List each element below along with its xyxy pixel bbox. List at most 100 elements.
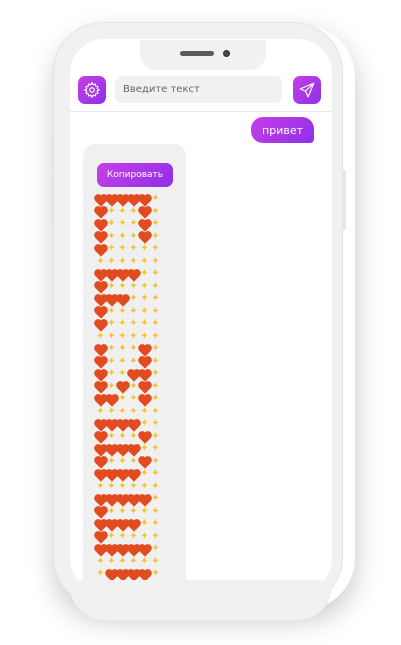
sparkle-icon: ✦ [118,243,127,255]
sparkle-icon: ✦ [129,405,138,417]
emoji-row: ✦ ✦ ✦ ✦ ✦ ✦ [95,481,173,494]
emoji-row: ✦ ✦ ✦ ✦ ✦ [94,281,173,294]
emoji-row: ✦ [94,543,173,557]
sparkle-emoji: ✦ [139,281,150,294]
heart-emoji [94,243,107,257]
side-button [342,170,346,230]
heart-emoji [116,293,129,307]
sparkle-icon: ✦ [118,555,127,567]
sparkle-emoji: ✦ [117,343,128,356]
sparkle-icon: ✦ [107,380,116,392]
sparkle-icon: ✦ [107,530,116,542]
sparkle-icon: ✦ [140,468,149,480]
sparkle-emoji: ✦ [128,481,139,494]
sparkle-icon: ✦ [107,368,116,380]
sparkle-icon: ✦ [151,205,160,217]
emoji-row: ✦ ✦ ✦ ✦ [94,355,173,369]
sparkle-icon: ✦ [118,318,127,330]
emoji-row: ✦ ✦ ✦ ✦ ✦ [94,318,173,332]
sparkle-icon: ✦ [151,243,160,255]
sparkle-icon: ✦ [129,530,138,542]
sparkle-emoji: ✦ [139,318,150,331]
sparkle-icon: ✦ [107,230,116,242]
sparkle-icon: ✦ [118,393,127,405]
sparkle-icon: ✦ [118,205,127,217]
emoji-row: ✦ ✦ ✦ ✦ ✦ [94,530,173,544]
heart-emoji [138,381,151,394]
sparkle-emoji: ✦ [95,256,106,269]
emoji-row: ✦ ✦ [94,518,173,532]
sparkle-icon: ✦ [151,530,160,542]
sparkle-icon: ✦ [151,218,160,230]
heart-emoji [105,393,118,407]
emoji-row: ✦ ✦ ✦ [94,393,173,407]
heart-emoji [94,306,107,319]
heart-emoji [94,456,107,469]
emoji-row: ✦ ✦ [94,418,173,432]
heart-emoji [94,431,107,444]
sparkle-emoji: ✦ [117,231,128,244]
send-button[interactable] [293,76,321,104]
heart-emoji [94,318,107,332]
emoji-row: ✦ ✦ ✦ ✦ ✦ [94,306,173,319]
sparkle-emoji: ✦ [117,531,128,544]
sparkle-icon: ✦ [151,418,160,430]
heart-emoji [94,381,107,394]
sparkle-emoji: ✦ [117,556,128,569]
sparkle-emoji: ✦ [139,293,150,306]
sparkle-emoji: ✦ [95,406,106,419]
sparkle-icon: ✦ [151,255,160,267]
heart-emoji [138,193,151,207]
sparkle-icon: ✦ [129,505,138,517]
sparkle-icon: ✦ [140,505,149,517]
sparkle-icon: ✦ [118,480,127,492]
sparkle-icon: ✦ [140,405,149,417]
sparkle-emoji: ✦ [150,281,161,294]
sparkle-icon: ✦ [129,255,138,267]
sparkle-emoji: ✦ [128,331,139,344]
heart-emoji [138,206,151,219]
heart-emoji [138,543,151,557]
emoji-row: ✦ ✦ ✦ ✦ [94,218,173,232]
heart-emoji [127,268,140,282]
sparkle-emoji: ✦ [128,318,139,331]
emoji-row: ✦ [94,493,173,507]
sparkle-emoji: ✦ [117,218,128,231]
sparkle-icon: ✦ [129,205,138,217]
settings-button[interactable] [78,76,106,104]
sparkle-icon: ✦ [107,480,116,492]
heart-emoji [138,356,151,369]
heart-emoji [127,468,140,482]
sparkle-icon: ✦ [140,555,149,567]
side-button [51,140,55,166]
side-button [51,178,55,218]
emoji-row: ✦ ✦ ✦ ✦ ✦ ✦ [95,556,173,569]
sparkle-emoji: ✦ [95,481,106,494]
sparkle-emoji: ✦ [117,306,128,319]
sparkle-icon: ✦ [96,255,105,267]
sparkle-icon: ✦ [151,230,160,242]
sparkle-icon: ✦ [107,355,116,367]
sparkle-emoji: ✦ [128,281,139,294]
sparkle-emoji: ✦ [150,468,161,481]
sparkle-emoji: ✦ [117,431,128,444]
sparkle-icon: ✦ [140,293,149,305]
sparkle-icon: ✦ [118,530,127,542]
sparkle-icon: ✦ [129,455,138,467]
copy-button[interactable]: Копировать [97,163,173,187]
sparkle-icon: ✦ [107,430,116,442]
heart-emoji [94,281,107,294]
emoji-row: ✦ ✦ ✦ ✦ ✦ [94,505,173,519]
emoji-row: ✦ ✦ [95,568,173,582]
emoji-row: ✦ ✦ ✦ ✦ [94,230,173,244]
sparkle-emoji: ✦ [117,281,128,294]
user-message-bubble: привет [251,117,314,143]
heart-emoji [116,381,129,394]
sparkle-icon: ✦ [96,555,105,567]
emoji-row: ✦ ✦ ✦ ✦ [94,343,173,357]
message-input[interactable] [115,76,282,103]
sparkle-emoji: ✦ [117,506,128,519]
emoji-row: ✦ ✦ [94,443,173,457]
sparkle-icon: ✦ [140,268,149,280]
sparkle-emoji: ✦ [128,256,139,269]
